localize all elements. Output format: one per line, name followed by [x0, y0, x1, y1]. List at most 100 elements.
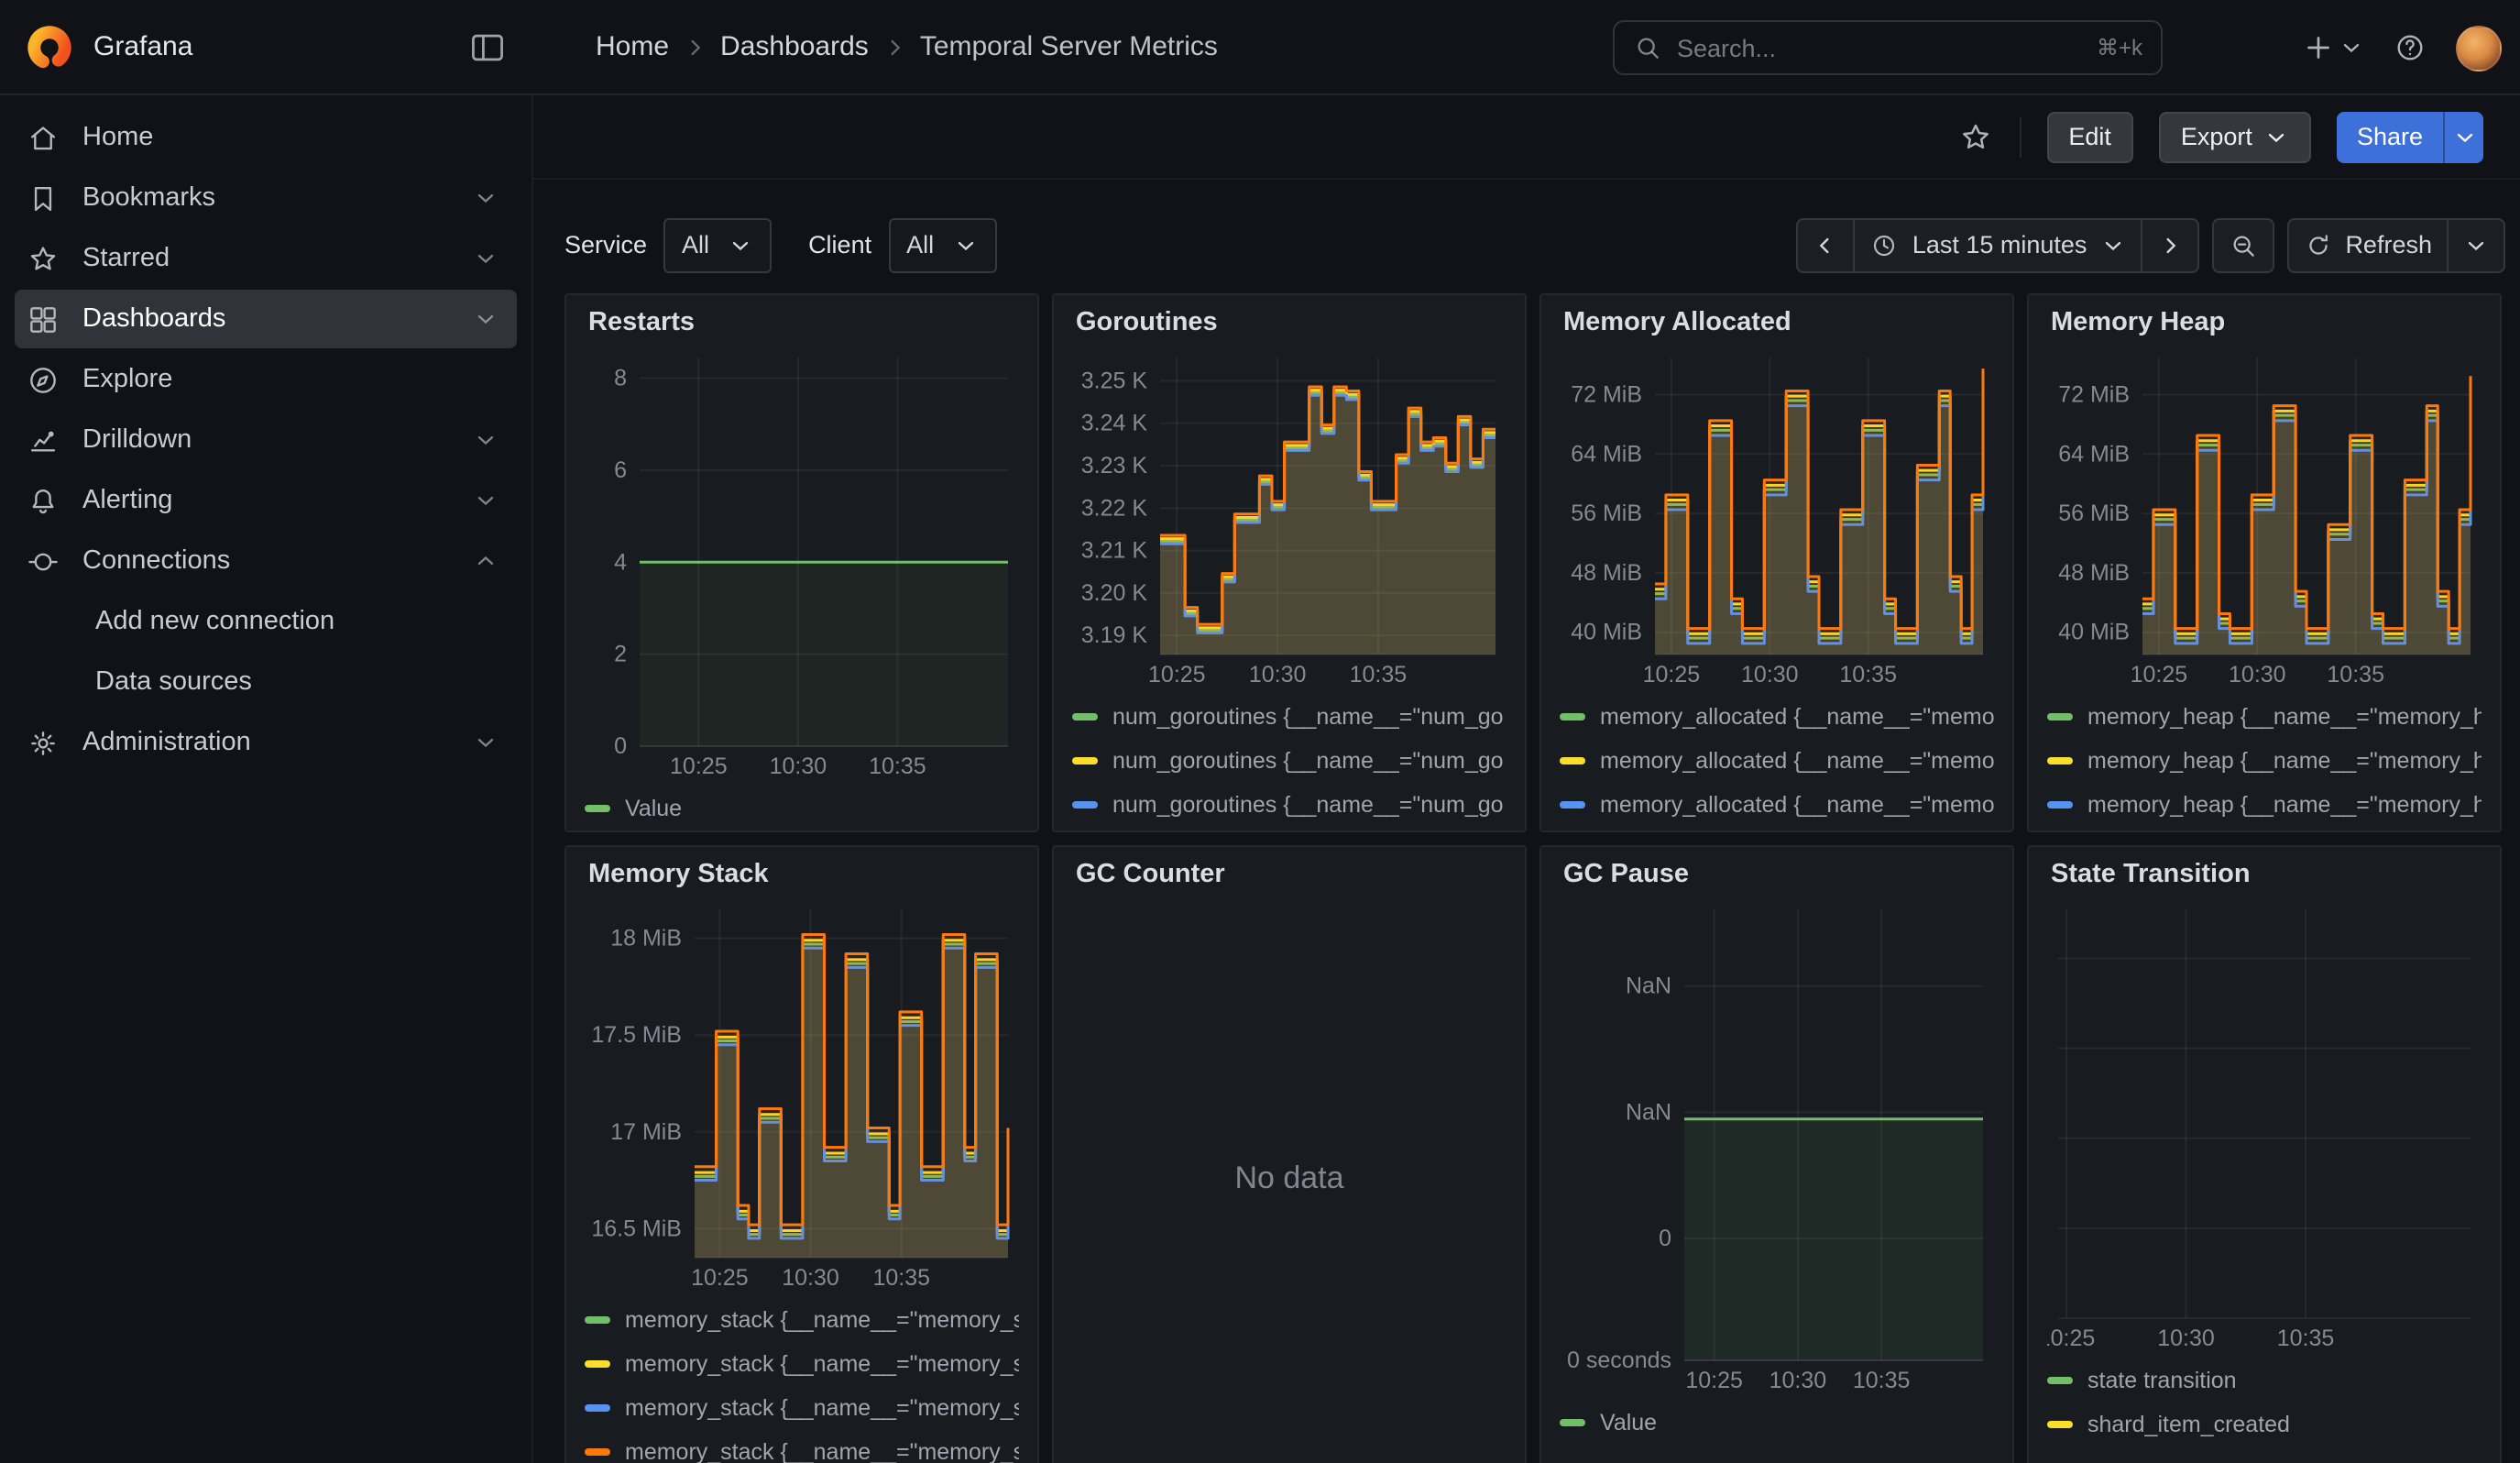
legend-item[interactable]: memory_heap {__name__="memory_h	[2047, 827, 2482, 830]
legend-item[interactable]: num_goroutines {__name__="num_go	[1072, 739, 1507, 783]
legend-item[interactable]: Value	[585, 786, 1019, 830]
panel-title[interactable]: Memory Stack	[566, 847, 1037, 898]
time-range-picker[interactable]: Last 15 minutes	[1854, 217, 2142, 272]
refresh-interval-button[interactable]	[2447, 217, 2505, 272]
export-button[interactable]: Export	[2159, 111, 2311, 162]
panel-gc-pause: GC PauseNaNNaN00 seconds10:2510:3010:35V…	[1539, 845, 2014, 1463]
svg-text:10:25: 10:25	[2131, 662, 2188, 688]
chevron-down-icon	[473, 730, 499, 755]
svg-text:56 MiB: 56 MiB	[1571, 500, 1642, 526]
legend-item[interactable]: memory_allocated {__name__="memo	[1560, 695, 1994, 739]
panel-title[interactable]: Goroutines	[1054, 295, 1525, 346]
chart-memory-heap[interactable]: 72 MiB64 MiB56 MiB48 MiB40 MiB10:2510:30…	[2047, 346, 2482, 691]
legend-series-marker	[1560, 757, 1585, 764]
topbar-right	[2302, 0, 2502, 95]
sidebar-item-explore[interactable]: Explore	[15, 350, 517, 409]
variable-client-select[interactable]: All	[888, 217, 996, 272]
time-shift-back-button[interactable]	[1797, 217, 1856, 272]
time-shift-forward-button[interactable]	[2140, 217, 2198, 272]
legend-item[interactable]: memory_stack {__name__="memory_s	[585, 1298, 1019, 1342]
sidebar-item-expander[interactable]	[473, 488, 499, 513]
sidebar-item-alerting[interactable]: Alerting	[15, 471, 517, 530]
sidebar-item-starred[interactable]: Starred	[15, 229, 517, 288]
sidebar-item-data-sources[interactable]: Data sources	[15, 653, 517, 711]
legend-item[interactable]: num_goroutines {__name__="num_go	[1072, 695, 1507, 739]
legend-item[interactable]: memory_allocated {__name__="memo	[1560, 827, 1994, 830]
sidebar-item-expander[interactable]	[473, 185, 499, 211]
sidebar-toggle-icon[interactable]	[467, 27, 508, 67]
panel-title[interactable]: GC Pause	[1541, 847, 2012, 898]
search-input[interactable]	[1677, 34, 2082, 61]
sidebar-item-expander[interactable]	[473, 246, 499, 271]
sidebar-item-expander[interactable]	[473, 306, 499, 332]
user-avatar[interactable]	[2456, 25, 2502, 71]
panel-title[interactable]: State Transition	[2029, 847, 2500, 898]
drilldown-icon	[26, 423, 60, 457]
variable-service-select[interactable]: All	[663, 217, 772, 272]
svg-text:16.5 MiB: 16.5 MiB	[591, 1216, 682, 1241]
legend-item[interactable]: memory_heap {__name__="memory_h	[2047, 695, 2482, 739]
sidebar-item-add-new-connection[interactable]: Add new connection	[15, 592, 517, 651]
panel-title[interactable]: Memory Heap	[2029, 295, 2500, 346]
legend-item[interactable]: state transition	[2047, 1358, 2482, 1402]
chart-gc-pause[interactable]: NaNNaN00 seconds10:2510:3010:35	[1560, 898, 1994, 1397]
legend-item[interactable]: Value	[1560, 1401, 1994, 1445]
legend-series-marker	[1072, 757, 1098, 764]
sidebar-item-expander[interactable]	[473, 730, 499, 755]
breadcrumb-dashboards[interactable]: Dashboards	[720, 31, 869, 62]
chart-state-transition[interactable]: 10:2510:3010:35	[2047, 898, 2482, 1355]
svg-text:10:35: 10:35	[1350, 662, 1408, 688]
legend-label: memory_stack {__name__="memory_s	[625, 1395, 1019, 1421]
legend-item[interactable]: num_goroutines {__name__="num_go	[1072, 783, 1507, 827]
sidebar-item-administration[interactable]: Administration	[15, 713, 517, 772]
svg-text:10:25: 10:25	[1148, 662, 1206, 688]
breadcrumb-home[interactable]: Home	[596, 31, 669, 62]
svg-text:10:35: 10:35	[869, 754, 926, 779]
legend-item[interactable]: memory_stack {__name__="memory_s	[585, 1342, 1019, 1386]
sidebar-item-connections[interactable]: Connections	[15, 532, 517, 590]
chart-goroutines[interactable]: 3.25 K3.24 K3.23 K3.22 K3.21 K3.20 K3.19…	[1072, 346, 1507, 691]
legend-item[interactable]: memory_allocated {__name__="memo	[1560, 739, 1994, 783]
chart-memory-allocated[interactable]: 72 MiB64 MiB56 MiB48 MiB40 MiB10:2510:30…	[1560, 346, 1994, 691]
chart-memory-stack[interactable]: 18 MiB17.5 MiB17 MiB16.5 MiB10:2510:3010…	[585, 898, 1019, 1294]
share-button-group: Share	[2337, 111, 2483, 162]
sidebar-item-expander[interactable]	[473, 427, 499, 453]
legend-label: memory_allocated {__name__="memo	[1600, 792, 1994, 818]
legend-item[interactable]: memory_stack {__name__="memory_s	[585, 1430, 1019, 1463]
svg-text:10:30: 10:30	[1249, 662, 1307, 688]
sidebar-item-home[interactable]: Home	[15, 108, 517, 167]
share-menu-button[interactable]	[2443, 111, 2483, 162]
legend-item[interactable]: memory_heap {__name__="memory_h	[2047, 739, 2482, 783]
legend-series-marker	[2047, 713, 2073, 720]
refresh-icon	[2303, 230, 2332, 259]
sidebar-item-bookmarks[interactable]: Bookmarks	[15, 169, 517, 227]
add-button[interactable]	[2302, 31, 2364, 64]
refresh-button[interactable]: Refresh	[2286, 217, 2449, 272]
legend-item[interactable]: num_goroutines {__name__="num_go	[1072, 827, 1507, 830]
svg-text:10:35: 10:35	[1839, 662, 1897, 688]
chevron-down-icon	[728, 232, 753, 258]
breadcrumb-current: Temporal Server Metrics	[920, 31, 1218, 62]
panel-title[interactable]: GC Counter	[1054, 847, 1525, 898]
edit-button[interactable]: Edit	[2046, 111, 2133, 162]
help-button[interactable]	[2394, 31, 2427, 64]
favorite-star-icon[interactable]	[1956, 118, 1993, 155]
sidebar-item-drilldown[interactable]: Drilldown	[15, 411, 517, 469]
share-button[interactable]: Share	[2337, 111, 2443, 162]
brand[interactable]: Grafana	[26, 23, 192, 71]
panel-title[interactable]: Restarts	[566, 295, 1037, 346]
legend-item[interactable]: memory_stack {__name__="memory_s	[585, 1386, 1019, 1430]
legend-item[interactable]: memory_allocated {__name__="memo	[1560, 783, 1994, 827]
sidebar-item-label: Explore	[82, 365, 172, 394]
legend-series-marker	[2047, 1377, 2073, 1384]
zoom-out-button[interactable]	[2211, 217, 2273, 272]
compass-icon	[26, 362, 60, 397]
search-box[interactable]: ⌘+k	[1613, 20, 2163, 75]
legend-item[interactable]: shard_item_created	[2047, 1402, 2482, 1446]
legend-item[interactable]: memory_heap {__name__="memory_h	[2047, 783, 2482, 827]
panel-goroutines: Goroutines3.25 K3.24 K3.23 K3.22 K3.21 K…	[1052, 293, 1527, 832]
panel-title[interactable]: Memory Allocated	[1541, 295, 2012, 346]
chart-restarts[interactable]: 8642010:2510:3010:35	[585, 346, 1019, 783]
sidebar-item-dashboards[interactable]: Dashboards	[15, 290, 517, 348]
sidebar-item-expander[interactable]	[473, 548, 499, 574]
